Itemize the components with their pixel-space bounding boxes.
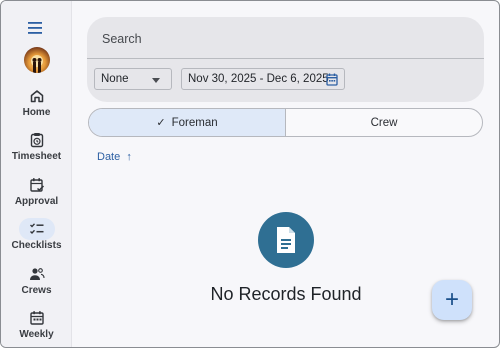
toggle-crew[interactable]: Crew [286,109,482,136]
search-bar [87,17,484,59]
empty-state-message: No Records Found [210,284,362,304]
calendar-icon [19,307,55,329]
sidebar-item-home[interactable]: Home [1,85,72,125]
hamburger-menu-icon[interactable] [26,20,46,36]
sidebar-item-label: Weekly [19,329,54,340]
home-icon [19,85,55,107]
sidebar: Home Timesheet Approval Checklists Crews… [1,1,72,347]
avatar[interactable] [24,47,50,73]
calendar-icon[interactable] [326,73,338,86]
add-button[interactable]: + [432,280,472,320]
sidebar-item-timesheet[interactable]: Timesheet [1,129,72,169]
role-toggle: ✓ Foreman Crew [88,108,483,137]
filter-select-value: None [101,73,129,85]
sort-label: Date [97,151,121,163]
filter-panel: None Nov 30, 2025 - Dec 6, 2025 [87,17,484,102]
checklist-icon [18,218,55,240]
document-icon [277,227,295,253]
date-range-value: Nov 30, 2025 - Dec 6, 2025 [188,73,329,85]
sidebar-item-label: Checklists [11,240,62,251]
sidebar-item-approval[interactable]: Approval [1,174,72,214]
crews-icon [19,263,55,285]
sidebar-item-label: Home [22,107,51,118]
sidebar-item-checklists[interactable]: Checklists [1,218,72,258]
timesheet-icon [19,129,55,151]
approval-icon [19,174,55,196]
toggle-foreman-label: Foreman [171,116,218,129]
empty-state-icon [258,212,314,268]
plus-icon: + [444,286,459,313]
arrow-up-icon: ↑ [126,151,132,163]
toggle-crew-label: Crew [370,116,398,129]
check-icon: ✓ [156,117,166,129]
sidebar-item-crews[interactable]: Crews [1,263,72,303]
sidebar-item-weekly[interactable]: Weekly [1,307,72,347]
sidebar-item-label: Approval [14,196,59,207]
chevron-down-icon [152,78,160,83]
sort-date-button[interactable]: Date ↑ [97,151,132,163]
toggle-foreman[interactable]: ✓ Foreman [89,109,286,136]
app-window: Home Timesheet Approval Checklists Crews… [0,0,500,348]
date-range-picker[interactable]: Nov 30, 2025 - Dec 6, 2025 [181,68,345,90]
search-input[interactable] [102,30,472,48]
sidebar-item-label: Timesheet [11,151,62,162]
filter-select[interactable]: None [94,68,172,90]
sidebar-item-label: Crews [21,285,52,296]
